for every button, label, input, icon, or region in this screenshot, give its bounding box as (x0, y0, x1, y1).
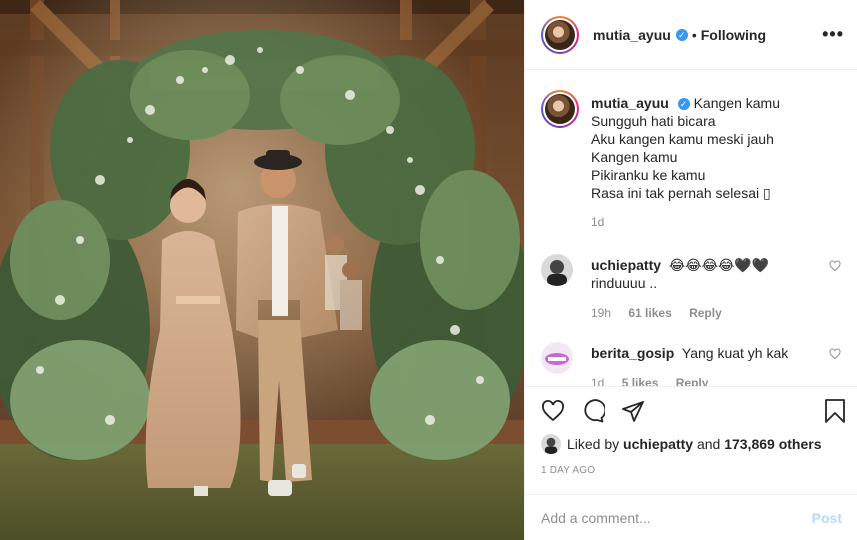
add-comment-input[interactable] (541, 509, 812, 526)
commenter-avatar[interactable] (541, 254, 573, 286)
caption-first-line: Kangen kamu (693, 95, 780, 111)
like-heart-icon[interactable] (541, 399, 565, 423)
comment-time[interactable]: 19h (591, 306, 611, 320)
commenter-username[interactable]: uchiepatty (591, 257, 661, 273)
add-comment-bar: Post (525, 494, 857, 540)
author-username[interactable]: mutia_ayuu (593, 27, 671, 43)
likes-others-count[interactable]: 173,869 others (724, 436, 821, 452)
instagram-post: mutia_ayuu ✓ • Following ••• mutia_ayuu … (0, 0, 857, 540)
post-header: mutia_ayuu ✓ • Following ••• (525, 0, 857, 70)
post-actions: Liked by uchiepatty and 173,869 others 1… (525, 386, 857, 494)
post-caption: mutia_ayuu ✓ Kangen kamu Sungguh hati bi… (541, 90, 841, 231)
commenter-avatar[interactable] (541, 342, 573, 374)
author-avatar-image (545, 19, 575, 50)
likes-summary: Liked by uchiepatty and 173,869 others (541, 434, 822, 454)
comment-like-heart-icon[interactable] (829, 348, 841, 360)
caption-line: Rasa ini tak pernah selesai ▯ (591, 185, 771, 201)
liker-avatar[interactable] (541, 434, 561, 454)
following-button[interactable]: Following (701, 27, 766, 43)
caption-line: Kangen kamu (591, 149, 678, 165)
more-options-icon[interactable]: ••• (822, 24, 844, 45)
header-separator: • (691, 26, 697, 43)
reply-button[interactable]: Reply (689, 306, 722, 320)
post-date[interactable]: 1 DAY AGO (541, 465, 595, 476)
comment-time[interactable]: 1d (591, 376, 604, 386)
caption-line: Sungguh hati bicara (591, 113, 716, 129)
comment-bubble-icon[interactable] (581, 399, 605, 423)
likes-and: and (696, 436, 721, 452)
comments-list[interactable]: mutia_ayuu ✓ Kangen kamu Sungguh hati bi… (525, 71, 857, 386)
comment-like-heart-icon[interactable] (829, 260, 841, 272)
author-avatar[interactable] (541, 15, 579, 54)
comment-text: Yang kuat yh kak (681, 345, 789, 361)
caption-line: Pikiranku ke kamu (591, 167, 706, 183)
comment-likes[interactable]: 5 likes (622, 376, 659, 386)
liker-username[interactable]: uchiepatty (623, 436, 693, 452)
bookmark-icon[interactable] (824, 399, 846, 423)
caption-line: Aku kangen kamu meski jauh (591, 131, 774, 147)
comment-text: rinduuuu .. (591, 275, 658, 291)
share-paper-plane-icon[interactable] (621, 399, 645, 423)
comment-text: 😂😂😂😂🖤🖤 (668, 257, 770, 273)
post-comment-button[interactable]: Post (812, 510, 842, 526)
caption-time[interactable]: 1d (591, 213, 841, 231)
verified-badge-icon: ✓ (677, 98, 690, 110)
reply-button[interactable]: Reply (676, 376, 709, 386)
post-photo[interactable] (0, 0, 524, 540)
caption-avatar[interactable] (541, 90, 579, 128)
wedding-photo (0, 0, 524, 540)
caption-username[interactable]: mutia_ayuu (591, 95, 669, 111)
comment-item: uchiepatty 😂😂😂😂🖤🖤 rinduuuu .. 19h 61 lik… (541, 254, 841, 322)
post-side-panel: mutia_ayuu ✓ • Following ••• mutia_ayuu … (524, 0, 857, 540)
liked-by-label: Liked by (567, 436, 620, 452)
verified-badge-icon: ✓ (675, 28, 688, 41)
commenter-username[interactable]: berita_gosip (591, 345, 674, 361)
comment-likes[interactable]: 61 likes (628, 306, 671, 320)
comment-item: berita_gosip Yang kuat yh kak 1d 5 likes… (541, 342, 841, 386)
